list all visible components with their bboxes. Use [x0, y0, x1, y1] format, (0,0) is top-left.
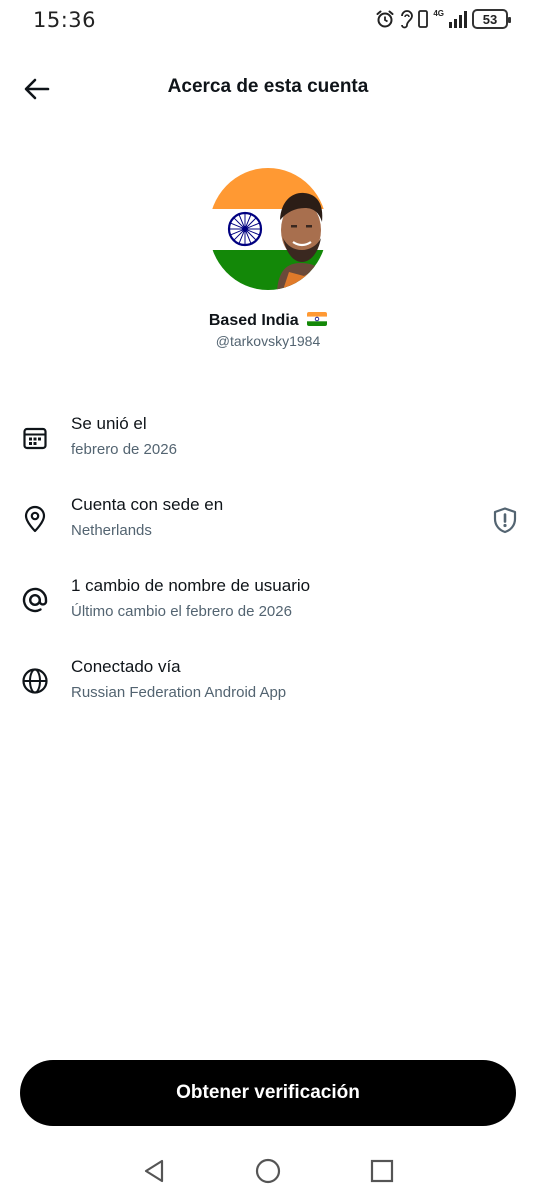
alarm-icon: [376, 10, 394, 28]
back-triangle-icon[interactable]: [139, 1156, 169, 1186]
at-sign-icon: [21, 586, 49, 614]
connected-via-value: Russian Federation Android App: [71, 684, 287, 701]
page-header: Acerca de esta cuenta: [0, 60, 536, 116]
shield-alert-icon[interactable]: [490, 505, 520, 535]
battery-indicator: 53: [472, 9, 511, 29]
profile-avatar[interactable]: [209, 168, 327, 290]
info-row-joined: Se unió el febrero de 2026: [0, 414, 536, 474]
ashoka-chakra-icon: [227, 211, 263, 247]
location-title: Cuenta con sede en: [71, 495, 224, 514]
about-account-screen: 15:36 4G 53 Acerca de esta cuenta Based …: [0, 0, 536, 1200]
india-flag-icon: [307, 312, 328, 326]
connected-via-title: Conectado vía: [71, 657, 181, 676]
avatar-image: [209, 168, 327, 290]
username-changes-title: 1 cambio de nombre de usuario: [71, 576, 311, 595]
home-circle-icon[interactable]: [253, 1156, 283, 1186]
status-bar: 15:36 4G 53: [0, 0, 536, 40]
man-portrait: [277, 192, 327, 290]
info-row-connected-via: Conectado vía Russian Federation Android…: [0, 657, 536, 717]
joined-title: Se unió el: [71, 414, 147, 433]
get-verified-button[interactable]: Obtener verificación: [20, 1060, 516, 1126]
system-nav-bar: [0, 1150, 536, 1190]
username-last-change: Último cambio el febrero de 2026: [71, 603, 292, 620]
network-type-label: 4G: [433, 8, 444, 18]
status-time: 15:36: [33, 8, 97, 32]
calendar-icon: [21, 424, 49, 452]
hearing-aid-icon: [401, 10, 414, 29]
vibrate-icon: [418, 10, 429, 28]
display-name-text: Based India: [208, 312, 299, 329]
status-icons: 4G 53: [375, 8, 511, 29]
battery-level: 53: [482, 11, 498, 27]
user-handle: @tarkovsky1984: [215, 333, 321, 349]
location-pin-icon: [21, 505, 49, 533]
display-name: Based India: [0, 312, 536, 330]
signal-strength-icon: [449, 11, 467, 28]
info-row-username-changes: 1 cambio de nombre de usuario Último cam…: [0, 576, 536, 636]
globe-icon: [21, 667, 49, 695]
page-title: Acerca de esta cuenta: [167, 76, 369, 97]
recents-square-icon[interactable]: [367, 1156, 397, 1186]
info-row-location: Cuenta con sede en Netherlands: [0, 495, 536, 555]
location-value: Netherlands: [71, 522, 152, 539]
joined-date: febrero de 2026: [71, 441, 177, 458]
